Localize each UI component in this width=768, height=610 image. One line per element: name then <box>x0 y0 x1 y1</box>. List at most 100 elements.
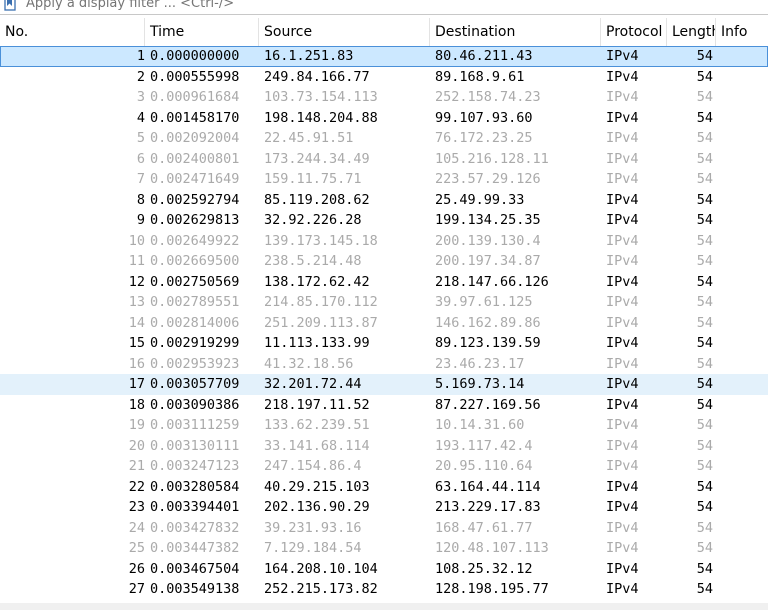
packet-source: 238.5.214.48 <box>264 253 362 269</box>
packet-row[interactable]: 14 0.002814006 251.209.113.87 146.162.89.86… <box>0 313 768 334</box>
packet-number: 4 <box>136 109 145 126</box>
packet-row[interactable]: 4 0.001458170 198.148.204.88 99.107.93.60 IP… <box>0 108 768 129</box>
column-header-protocol[interactable]: Protocol <box>601 18 667 46</box>
packet-row[interactable]: 8 0.002592794 85.119.208.62 25.49.99.33 IPv4… <box>0 190 768 211</box>
column-header-time[interactable]: Time <box>145 18 259 46</box>
packet-number: 14 <box>128 314 145 331</box>
packet-row[interactable]: 5 0.002092004 22.45.91.51 76.172.23.25 IPv4 5… <box>0 128 768 149</box>
packet-protocol: IPv4 <box>606 48 639 64</box>
packet-number: 25 <box>128 540 145 556</box>
packet-protocol: IPv4 <box>606 314 639 331</box>
packet-list-bottom-edge <box>0 603 768 610</box>
packet-row[interactable]: 17 0.003057709 32.201.72.44 5.169.73.14 IPv4… <box>0 374 768 395</box>
packet-protocol: IPv4 <box>606 273 639 290</box>
packet-destination: 99.107.93.60 <box>435 109 533 126</box>
packet-destination: 25.49.99.33 <box>435 191 525 208</box>
packet-time: 0.003467504 <box>150 560 240 577</box>
packet-time: 0.002919299 <box>150 335 240 351</box>
packet-length: 54 <box>696 48 713 64</box>
packet-source: 173.244.34.49 <box>264 150 370 167</box>
packet-destination: 223.57.29.126 <box>435 171 541 187</box>
packet-destination: 89.168.9.61 <box>435 68 525 85</box>
column-header-no[interactable]: No. <box>0 18 145 46</box>
packet-number: 26 <box>128 560 145 577</box>
packet-source: 7.129.184.54 <box>264 540 362 556</box>
packet-length: 54 <box>696 130 713 146</box>
packet-time: 0.002649922 <box>150 232 240 249</box>
packet-row[interactable]: 20 0.003130111 33.141.68.114 193.117.42.4 IP… <box>0 436 768 457</box>
packet-source: 40.29.215.103 <box>264 478 370 495</box>
packet-time: 0.003090386 <box>150 396 240 413</box>
packet-time: 0.002092004 <box>150 130 240 146</box>
packet-time: 0.002592794 <box>150 191 240 208</box>
packet-length: 54 <box>696 150 713 167</box>
packet-row[interactable]: 25 0.003447382 7.129.184.54 120.48.107.113 I… <box>0 538 768 559</box>
packet-source: 159.11.75.71 <box>264 171 362 187</box>
packet-row[interactable]: 19 0.003111259 133.62.239.51 10.14.31.60 IPv… <box>0 415 768 436</box>
packet-row[interactable]: 6 0.002400801 173.244.34.49 105.216.128.11 I… <box>0 149 768 170</box>
packet-length: 54 <box>696 519 713 536</box>
packet-protocol: IPv4 <box>606 171 639 187</box>
packet-protocol: IPv4 <box>606 335 639 351</box>
packet-row[interactable]: 2 0.000555998 249.84.166.77 89.168.9.61 IPv4… <box>0 67 768 88</box>
packet-protocol: IPv4 <box>606 68 639 85</box>
column-header-length[interactable]: Length <box>667 18 716 46</box>
packet-row[interactable]: 1 0.000000000 16.1.251.83 80.46.211.43 IPv4 5… <box>0 46 768 67</box>
packet-row[interactable]: 26 0.003467504 164.208.10.104 108.25.32.12 I… <box>0 559 768 580</box>
packet-row[interactable]: 15 0.002919299 11.113.133.99 89.123.139.59 I… <box>0 333 768 354</box>
packet-protocol: IPv4 <box>606 540 639 556</box>
packet-time: 0.002953923 <box>150 355 240 372</box>
packet-destination: 108.25.32.12 <box>435 560 533 577</box>
packet-row[interactable]: 16 0.002953923 41.32.18.56 23.46.23.17 IPv4 5… <box>0 354 768 375</box>
packet-length: 54 <box>696 171 713 187</box>
display-filter-input[interactable] <box>20 0 760 12</box>
packet-length: 54 <box>696 314 713 331</box>
column-header-info[interactable]: Info <box>716 18 768 46</box>
packet-destination: 193.117.42.4 <box>435 437 533 454</box>
packet-row[interactable]: 24 0.003427832 39.231.93.16 168.47.61.77 IPv… <box>0 518 768 539</box>
packet-source: 139.173.145.18 <box>264 232 378 249</box>
packet-number: 1 <box>136 48 145 64</box>
packet-time: 0.002750569 <box>150 273 240 290</box>
packet-row[interactable]: 7 0.002471649 159.11.75.71 223.57.29.126 IPv… <box>0 169 768 190</box>
packet-row[interactable]: 10 0.002649922 139.173.145.18 200.139.130.4… <box>0 231 768 252</box>
packet-time: 0.002814006 <box>150 314 240 331</box>
packet-time: 0.003394401 <box>150 499 240 515</box>
packet-destination: 39.97.61.125 <box>435 294 533 310</box>
packet-number: 18 <box>128 396 145 413</box>
bookmark-icon[interactable] <box>4 0 16 12</box>
packet-row[interactable]: 22 0.003280584 40.29.215.103 63.164.44.114 I… <box>0 477 768 498</box>
packet-protocol: IPv4 <box>606 376 639 392</box>
packet-protocol: IPv4 <box>606 150 639 167</box>
packet-row[interactable]: 13 0.002789551 214.85.170.112 39.97.61.125 I… <box>0 292 768 313</box>
packet-row[interactable]: 18 0.003090386 218.197.11.52 87.227.169.56 I… <box>0 395 768 416</box>
packet-protocol: IPv4 <box>606 212 639 228</box>
packet-time: 0.003280584 <box>150 478 240 495</box>
packet-destination: 218.147.66.126 <box>435 273 549 290</box>
packet-length: 54 <box>696 89 713 105</box>
packet-list-header: No. Time Source Destination Protocol Len… <box>0 18 768 47</box>
packet-row[interactable]: 21 0.003247123 247.154.86.4 20.95.110.64 IPv… <box>0 456 768 477</box>
packet-row[interactable]: 11 0.002669500 238.5.214.48 200.197.34.87 IP… <box>0 251 768 272</box>
packet-length: 54 <box>696 499 713 515</box>
packet-row[interactable]: 12 0.002750569 138.172.62.42 218.147.66.126… <box>0 272 768 293</box>
packet-row[interactable]: 27 0.003549138 252.215.173.82 128.198.195.7… <box>0 579 768 600</box>
packet-protocol: IPv4 <box>606 437 639 454</box>
packet-time: 0.002629813 <box>150 212 240 228</box>
packet-destination: 23.46.23.17 <box>435 355 525 372</box>
packet-row[interactable]: 3 0.000961684 103.73.154.113 252.158.74.23 I… <box>0 87 768 108</box>
packet-length: 54 <box>696 232 713 249</box>
packet-row[interactable]: 9 0.002629813 32.92.226.28 199.134.25.35 IPv… <box>0 210 768 231</box>
packet-number: 11 <box>128 253 145 269</box>
packet-number: 15 <box>128 335 145 351</box>
column-header-source[interactable]: Source <box>259 18 430 46</box>
packet-length: 54 <box>696 376 713 392</box>
packet-destination: 128.198.195.77 <box>435 581 549 597</box>
packet-length: 54 <box>696 396 713 413</box>
column-header-destination[interactable]: Destination <box>430 18 601 46</box>
packet-source: 198.148.204.88 <box>264 109 378 126</box>
packet-length: 54 <box>696 109 713 126</box>
packet-protocol: IPv4 <box>606 109 639 126</box>
packet-protocol: IPv4 <box>606 458 639 474</box>
packet-row[interactable]: 23 0.003394401 202.136.90.29 213.229.17.83 I… <box>0 497 768 518</box>
